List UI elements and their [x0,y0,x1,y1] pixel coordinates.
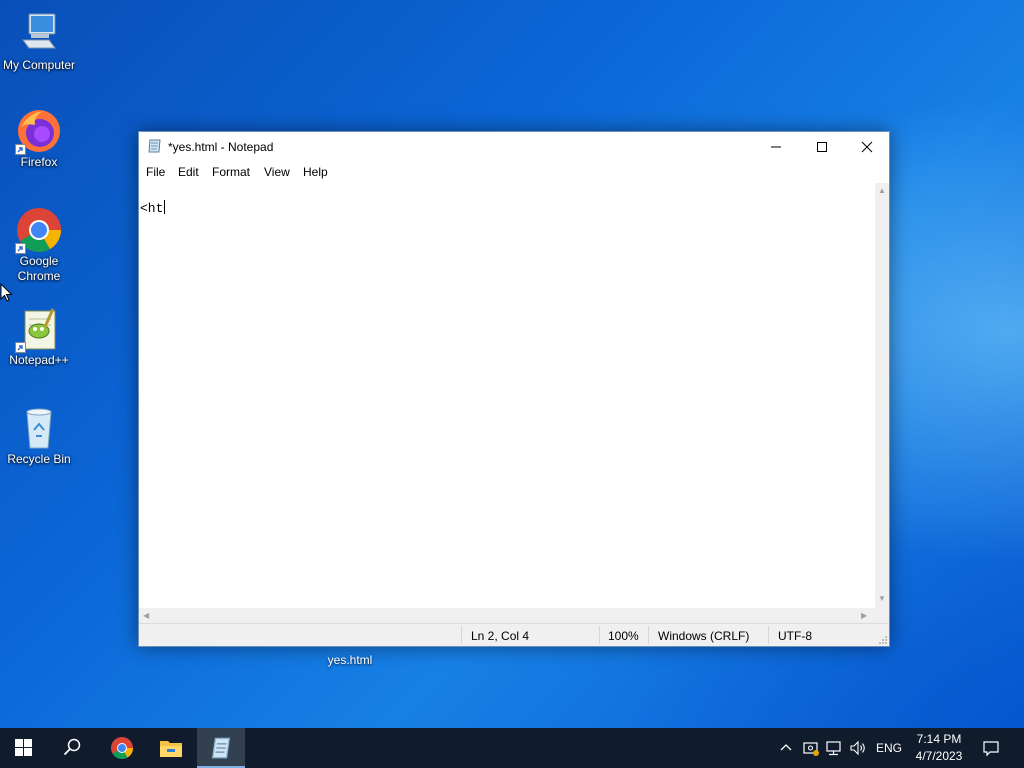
desktop-icon-google-chrome[interactable]: Google Chrome [1,206,77,284]
maximize-icon [817,142,827,152]
minimize-icon [771,146,781,148]
shortcut-arrow-icon [15,342,26,353]
taskbar: ENG 7:14 PM 4/7/2023 [0,728,1024,768]
file-explorer-icon [160,741,182,757]
scroll-left-arrow-icon[interactable]: ◀ [143,611,149,621]
taskbar-file-explorer-button[interactable] [147,728,195,768]
horizontal-scrollbar[interactable]: ◀ ▶ [139,608,875,623]
notepad-window: *yes.html - Notepad File Edit Format Vie… [138,131,890,647]
volume-icon[interactable] [849,739,867,757]
chevron-up-icon[interactable] [780,742,792,754]
menu-view[interactable]: View [264,165,290,179]
chrome-icon [111,737,133,759]
firefox-icon [15,107,63,155]
menu-edit[interactable]: Edit [178,165,199,179]
shortcut-arrow-icon [15,243,26,254]
clock-time: 7:14 PM [916,732,962,746]
title-bar[interactable]: *yes.html - Notepad [139,132,889,161]
recycle-bin-icon [15,404,63,452]
status-zoom: 100% [608,629,639,643]
resize-grip-icon[interactable] [878,635,888,645]
taskbar-chrome-button[interactable] [98,728,146,768]
window-title: *yes.html - Notepad [168,140,274,154]
status-cursor-position: Ln 2, Col 4 [471,629,530,643]
scroll-up-arrow-icon[interactable]: ▲ [878,186,886,196]
clock-date: 4/7/2023 [915,749,963,763]
text-caret [164,200,166,214]
vertical-scrollbar[interactable]: ▲ ▼ [875,183,889,608]
language-indicator[interactable]: ENG [876,741,902,755]
status-bar: Ln 2, Col 4 100% Windows (CRLF) UTF-8 [139,623,889,646]
notepad-icon [147,138,163,154]
text-editor[interactable]: <ht [139,183,875,608]
menu-format[interactable]: Format [212,165,250,179]
desktop-icon-label: My Computer [2,58,76,72]
computer-icon [15,10,63,58]
start-button[interactable] [0,728,48,768]
scroll-down-arrow-icon[interactable]: ▼ [878,594,886,604]
taskbar-notepad-button[interactable] [197,728,245,768]
desktop-icon-label: Notepad++ [9,353,69,367]
status-separator [648,626,649,644]
start-icon [15,739,32,756]
desktop-icon-label: Firefox [20,155,58,169]
status-encoding: UTF-8 [778,629,812,643]
status-separator [768,626,769,644]
editor-content-text: <ht [140,201,164,216]
mouse-cursor-icon [0,283,13,302]
security-icon[interactable] [802,739,820,757]
scroll-right-arrow-icon[interactable]: ▶ [861,611,867,621]
notepad-plus-plus-icon [15,305,63,353]
maximize-button[interactable] [799,132,845,161]
desktop-icon-label: Google Chrome [17,254,61,283]
minimize-button[interactable] [753,132,799,161]
shortcut-arrow-icon [15,144,26,155]
close-icon [861,141,873,153]
desktop-icon-notepad-plus-plus[interactable]: Notepad++ [1,305,77,368]
status-separator [599,626,600,644]
menu-help[interactable]: Help [303,165,328,179]
search-icon [63,738,81,756]
desktop-icon-my-computer[interactable]: My Computer [1,10,77,73]
notifications-icon[interactable] [982,739,1000,757]
desktop-icon-recycle-bin[interactable]: Recycle Bin [1,404,77,467]
clock[interactable]: 7:14 PM 4/7/2023 [906,731,972,765]
status-separator [461,626,462,644]
menu-bar: File Edit Format View Help [139,162,889,182]
desktop-icon-firefox[interactable]: Firefox [1,107,77,170]
menu-file[interactable]: File [146,165,165,179]
chrome-icon [15,206,63,254]
desktop-icon-label: Recycle Bin [7,452,71,466]
status-line-ending: Windows (CRLF) [658,629,750,643]
notepad-icon [211,737,231,759]
scrollbar-corner [875,608,889,623]
editor-content: <ht [140,200,166,216]
close-button[interactable] [844,132,890,161]
desktop-file-label[interactable]: yes.html [320,653,380,667]
search-button[interactable] [48,728,96,768]
network-icon[interactable] [826,739,844,757]
